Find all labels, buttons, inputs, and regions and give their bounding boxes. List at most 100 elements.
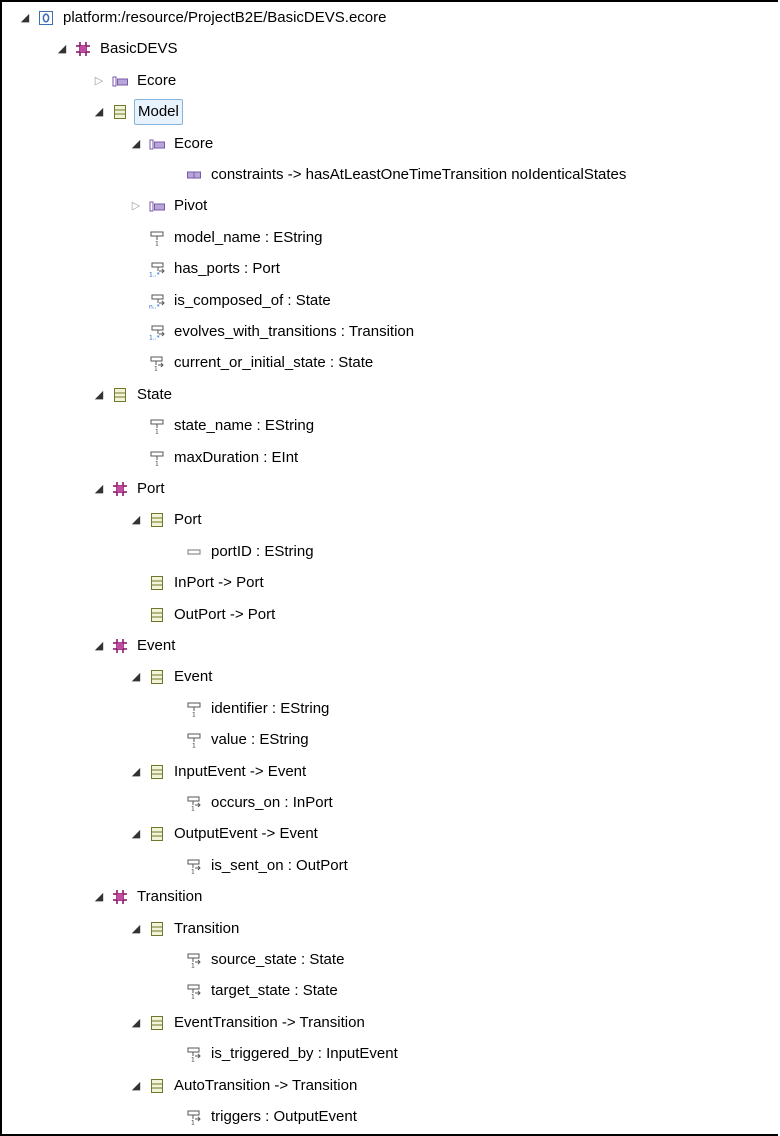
- tree-item[interactable]: 1 is_triggered_by : InputEvent: [2, 1040, 778, 1068]
- tree-item[interactable]: n..* is_composed_of : State: [2, 287, 778, 315]
- collapse-toggle-icon[interactable]: ◢: [92, 883, 106, 911]
- class-icon: [149, 1015, 165, 1031]
- tree-item-label: AutoTransition -> Transition: [174, 1076, 358, 1094]
- tree-item[interactable]: 1 source_state : State: [2, 946, 778, 974]
- tree-item[interactable]: ◢ Event: [2, 663, 778, 691]
- reference-icon: 1: [186, 1046, 202, 1062]
- collapse-toggle-icon[interactable]: ◢: [129, 820, 143, 848]
- collapse-toggle-icon[interactable]: ◢: [92, 381, 106, 409]
- tree-item-label: Ecore: [174, 134, 214, 152]
- collapse-toggle-icon[interactable]: ◢: [129, 1009, 143, 1037]
- svg-text:1: 1: [192, 711, 196, 717]
- tree-item[interactable]: 1 target_state : State: [2, 977, 778, 1005]
- reference-many-n-icon: n..*: [149, 293, 165, 309]
- tree-item-label: value : EString: [211, 731, 309, 749]
- class-icon: [149, 826, 165, 842]
- tree-item-label: platform:/resource/ProjectB2E/BasicDEVS.…: [63, 9, 387, 26]
- package-icon: [112, 638, 128, 654]
- svg-text:1..*: 1..*: [149, 335, 160, 341]
- svg-text:1: 1: [192, 743, 196, 749]
- tree-item[interactable]: constraints -> hasAtLeastOneTimeTransiti…: [2, 161, 778, 189]
- collapse-toggle-icon[interactable]: ◢: [129, 915, 143, 943]
- package-icon: [112, 889, 128, 905]
- tree-item[interactable]: ▷ Pivot: [2, 192, 778, 220]
- expand-toggle-icon[interactable]: ▷: [92, 67, 106, 95]
- class-icon: [149, 575, 165, 591]
- tree-item[interactable]: ◢ EventTransition -> Transition: [2, 1009, 778, 1037]
- tree-item[interactable]: ◢ Transition: [2, 915, 778, 943]
- tree-item-label: triggers : OutputEvent: [211, 1108, 357, 1125]
- tree-item-label: Ecore: [137, 71, 177, 89]
- svg-text:1: 1: [191, 806, 195, 812]
- tree-item-label: state_name : EString: [174, 417, 315, 435]
- tree-item[interactable]: 1 model_name : EString: [2, 224, 778, 252]
- tree-item[interactable]: 1..* evolves_with_transitions : Transitio…: [2, 318, 778, 346]
- tree-item-label: current_or_initial_state : State: [174, 354, 374, 372]
- tree-item[interactable]: ◢ Transition: [2, 883, 778, 911]
- class-icon: [112, 104, 128, 120]
- expand-toggle-icon[interactable]: ▷: [129, 192, 143, 220]
- tree-item-label: has_ports : Port: [174, 260, 280, 278]
- tree-item[interactable]: 1 triggers : OutputEvent: [2, 1103, 778, 1131]
- tree-item[interactable]: ◢ OutputEvent -> Event: [2, 820, 778, 848]
- tree-item-label: is_composed_of : State: [174, 291, 331, 309]
- tree-item[interactable]: ◢ InputEvent -> Event: [2, 758, 778, 786]
- tree-item[interactable]: 1 is_sent_on : OutPort: [2, 852, 778, 880]
- tree-item[interactable]: 1 identifier : EString: [2, 695, 778, 723]
- tree-item[interactable]: ◢ Event: [2, 632, 778, 660]
- tree-item[interactable]: ▷ Ecore: [2, 67, 778, 95]
- tree-item[interactable]: 1..* has_ports : Port: [2, 255, 778, 283]
- tree-item[interactable]: ◢ BasicDEVS: [2, 35, 778, 63]
- tree-item-label: identifier : EString: [211, 699, 330, 717]
- tree-item-label: constraints -> hasAtLeastOneTimeTransiti…: [211, 166, 627, 183]
- svg-text:1: 1: [154, 366, 158, 372]
- tree-item[interactable]: ◢ Ecore: [2, 130, 778, 158]
- tree-item[interactable]: ◢ platform:/resource/ProjectB2E/BasicDEVS…: [2, 4, 778, 32]
- annotation-icon: [112, 73, 128, 89]
- tree-item-label: OutputEvent -> Event: [174, 825, 318, 843]
- tree-item[interactable]: 1 value : EString: [2, 726, 778, 754]
- collapse-toggle-icon[interactable]: ◢: [129, 506, 143, 534]
- reference-many-icon: 1..*: [149, 324, 165, 340]
- tree-item[interactable]: 1 state_name : EString: [2, 412, 778, 440]
- tree-item[interactable]: ◢ State: [2, 381, 778, 409]
- tree-item[interactable]: portID : EString: [2, 538, 778, 566]
- annotation-icon: [149, 198, 165, 214]
- class-icon: [149, 1078, 165, 1094]
- collapse-toggle-icon[interactable]: ◢: [92, 98, 106, 126]
- svg-text:1: 1: [191, 868, 195, 874]
- tree-item-label: OutPort -> Port: [174, 605, 276, 623]
- tree-item[interactable]: ◢ AutoTransition -> Transition: [2, 1072, 778, 1100]
- tree-item-label: Transition: [174, 919, 240, 937]
- ecore-tree-view[interactable]: ◢ platform:/resource/ProjectB2E/BasicDEVS…: [0, 0, 778, 1136]
- tree-item[interactable]: ◢ Port: [2, 506, 778, 534]
- attribute-icon: 1: [149, 450, 165, 466]
- tree-item-label: model_name : EString: [174, 228, 323, 246]
- tree-item[interactable]: 1 current_or_initial_state : State: [2, 349, 778, 377]
- tree-item[interactable]: 1 occurs_on : InPort: [2, 789, 778, 817]
- reference-icon: 1: [149, 355, 165, 371]
- collapse-toggle-icon[interactable]: ◢: [92, 632, 106, 660]
- tree-item[interactable]: InPort -> Port: [2, 569, 778, 597]
- tree-item[interactable]: ◢ Model: [2, 98, 778, 126]
- collapse-toggle-icon[interactable]: ◢: [18, 4, 32, 32]
- tree-item[interactable]: OutPort -> Port: [2, 601, 778, 629]
- tree-item-label: is_sent_on : OutPort: [211, 856, 348, 874]
- collapse-toggle-icon[interactable]: ◢: [129, 663, 143, 691]
- collapse-toggle-icon[interactable]: ◢: [55, 35, 69, 63]
- class-icon: [112, 387, 128, 403]
- tree-item[interactable]: ◢ Port: [2, 475, 778, 503]
- tree-item-label: InPort -> Port: [174, 574, 264, 592]
- reference-many-icon: 1..*: [149, 261, 165, 277]
- tree-item-label: BasicDEVS: [100, 40, 178, 58]
- svg-text:1: 1: [191, 994, 195, 1000]
- collapse-toggle-icon[interactable]: ◢: [129, 758, 143, 786]
- tree-item-label: Pivot: [174, 197, 208, 215]
- class-icon: [149, 921, 165, 937]
- collapse-toggle-icon[interactable]: ◢: [92, 475, 106, 503]
- svg-text:n..*: n..*: [149, 303, 160, 309]
- collapse-toggle-icon[interactable]: ◢: [129, 130, 143, 158]
- collapse-toggle-icon[interactable]: ◢: [129, 1072, 143, 1100]
- class-icon: [149, 669, 165, 685]
- tree-item[interactable]: 1 maxDuration : EInt: [2, 444, 778, 472]
